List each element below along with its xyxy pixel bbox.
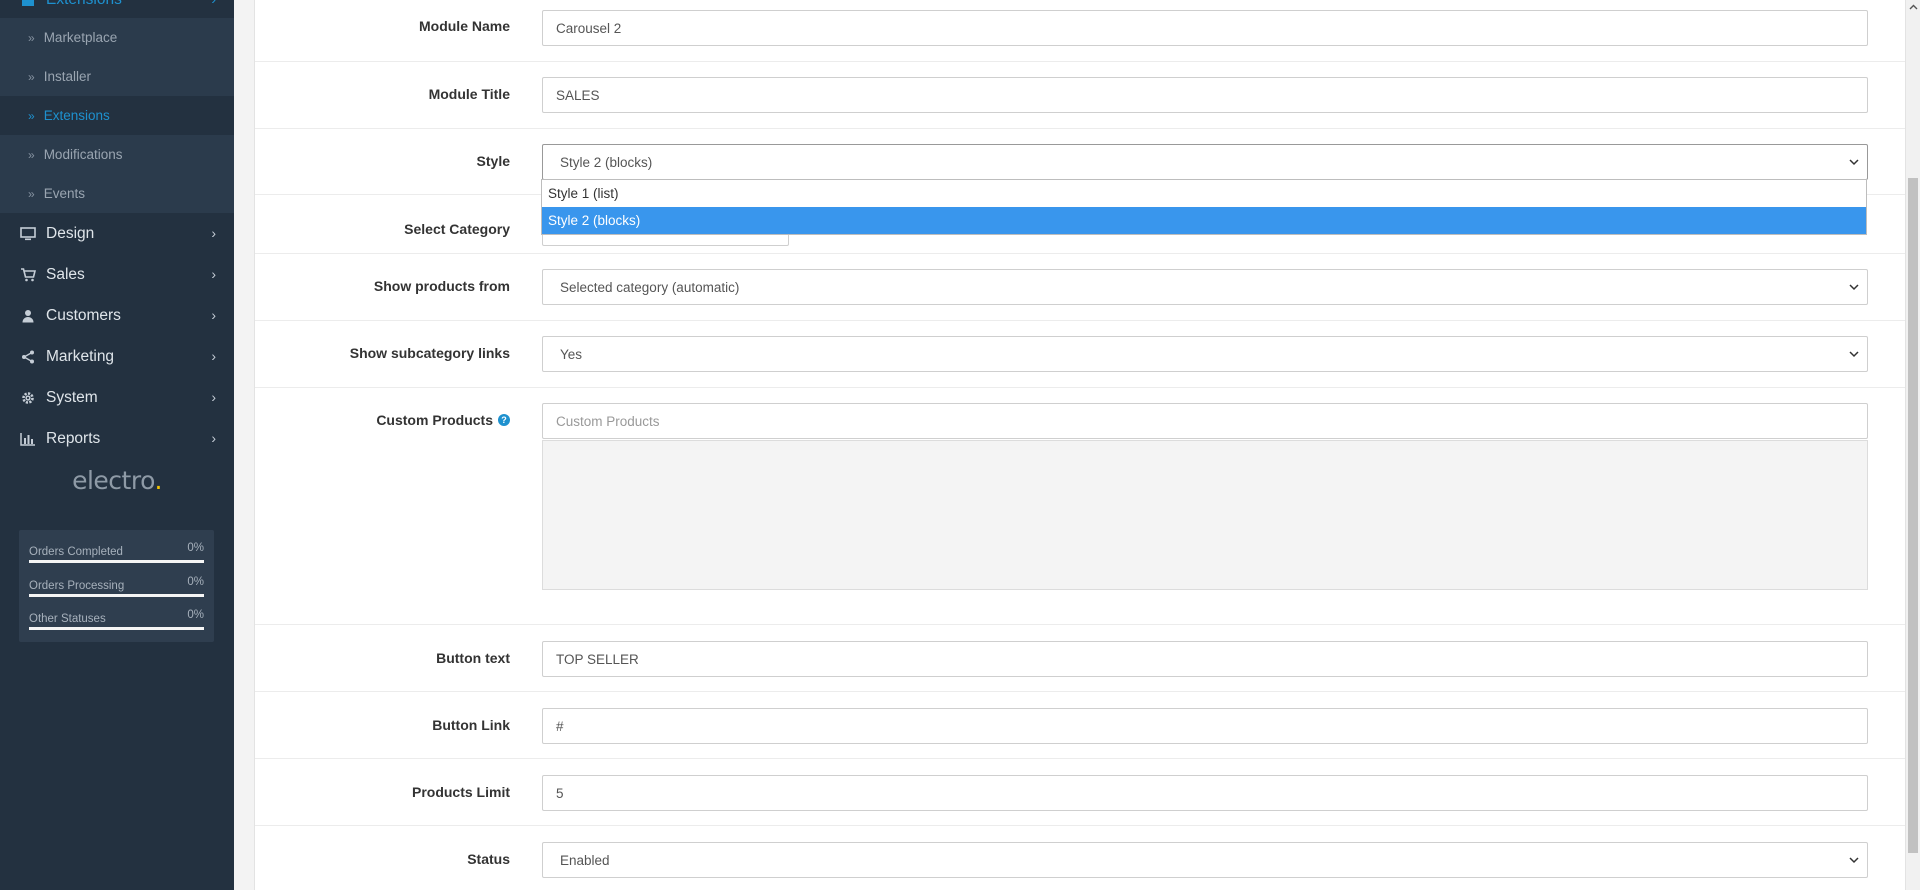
order-stats-panel: Orders Completed 0% Orders Processing 0%… — [19, 530, 214, 642]
button-text-input[interactable]: TOP SELLER — [542, 641, 1868, 677]
style-select[interactable]: Style 2 (blocks) — [542, 144, 1868, 180]
button-link-input[interactable]: # — [542, 708, 1868, 744]
stat-other-statuses: Other Statuses 0% — [29, 609, 204, 643]
form-row-show-subcategory-links: Show subcategory links Yes — [255, 321, 1905, 388]
sidebar-item-label: System — [46, 388, 98, 406]
status-select[interactable]: Enabled — [542, 842, 1868, 878]
show-products-from-select[interactable]: Selected category (automatic) — [542, 269, 1868, 305]
module-form: Module Name Carousel 2 Module Title SALE… — [254, 0, 1906, 890]
sidebar-subitem-installer[interactable]: » Installer — [0, 57, 234, 96]
stat-orders-processing: Orders Processing 0% — [29, 576, 204, 610]
sidebar-item-design[interactable]: Design › — [0, 213, 234, 254]
progress-bar — [29, 593, 204, 597]
sidebar-item-customers[interactable]: Customers › — [0, 295, 234, 336]
bar-chart-icon — [19, 431, 37, 447]
chevron-down-icon — [1847, 853, 1861, 867]
form-row-custom-products: Custom Products ? Custom Products — [255, 388, 1905, 625]
module-title-input[interactable]: SALES — [542, 77, 1868, 113]
field-label: Button Link — [432, 717, 510, 733]
field-label: Module Title — [428, 86, 510, 102]
sidebar-item-label: Extensions — [46, 0, 122, 9]
custom-products-list — [542, 440, 1868, 590]
sidebar-subitem-label: Installer — [43, 69, 91, 84]
sidebar-subitem-marketplace[interactable]: » Marketplace — [0, 18, 234, 57]
sidebar-item-reports[interactable]: Reports › — [0, 418, 234, 459]
chevron-right-icon: › — [211, 0, 216, 7]
double-chevron-icon: » — [28, 147, 35, 162]
form-row-module-title: Module Title SALES — [255, 62, 1905, 129]
sidebar-subitem-modifications[interactable]: » Modifications — [0, 135, 234, 174]
form-row-products-limit: Products Limit 5 — [255, 759, 1905, 826]
sidebar-item-sales[interactable]: Sales › — [0, 254, 234, 295]
double-chevron-icon: » — [28, 30, 35, 45]
sidebar-subitem-events[interactable]: » Events — [0, 174, 234, 213]
double-chevron-icon: » — [28, 186, 35, 201]
monitor-icon — [19, 226, 37, 242]
style-dropdown-list: Style 1 (list) Style 2 (blocks) — [541, 179, 1867, 235]
page-scrollbar[interactable] — [1906, 0, 1920, 890]
sidebar-subitem-label: Modifications — [43, 147, 123, 162]
field-label: Button text — [436, 650, 510, 666]
sidebar-item-label: Reports — [46, 429, 101, 447]
sidebar-item-system[interactable]: System › — [0, 377, 234, 418]
sidebar-subitem-label: Extensions — [43, 108, 110, 123]
progress-bar — [29, 627, 204, 630]
field-label: Show subcategory links — [349, 345, 510, 361]
chevron-down-icon — [1847, 280, 1861, 294]
user-icon — [19, 308, 37, 324]
module-name-input[interactable]: Carousel 2 — [542, 10, 1868, 46]
field-label: Products Limit — [411, 784, 510, 800]
form-row-status: Status Enabled — [255, 826, 1905, 890]
field-label: Style — [476, 153, 510, 169]
style-option[interactable]: Style 1 (list) — [542, 180, 1866, 207]
sidebar-subitem-label: Events — [43, 186, 85, 201]
scroll-up-arrow-icon[interactable] — [1906, 0, 1920, 14]
progress-bar — [29, 560, 204, 563]
double-chevron-icon: » — [28, 69, 35, 84]
sidebar-item-marketing[interactable]: Marketing › — [0, 336, 234, 377]
sidebar-item-label: Marketing — [46, 347, 115, 365]
form-row-button-text: Button text TOP SELLER — [255, 625, 1905, 692]
sidebar-item-label: Sales — [46, 265, 85, 283]
sidebar-item-label: Design — [46, 224, 95, 242]
gear-icon — [19, 390, 37, 406]
chevron-right-icon: › — [211, 225, 216, 241]
field-label: Custom Products ? — [376, 412, 510, 428]
chevron-right-icon: › — [211, 348, 216, 364]
show-subcategory-links-select[interactable]: Yes — [542, 336, 1868, 372]
chevron-right-icon: › — [211, 307, 216, 323]
share-icon — [19, 349, 37, 365]
style-option-selected[interactable]: Style 2 (blocks) — [542, 207, 1866, 234]
field-label: Show products from — [373, 278, 510, 294]
sidebar: Extensions › » Marketplace » Installer »… — [0, 0, 234, 890]
form-row-show-products-from: Show products from Selected category (au… — [255, 254, 1905, 321]
chevron-right-icon: › — [211, 430, 216, 446]
puzzle-icon — [19, 0, 37, 8]
scrollbar-thumb[interactable] — [1908, 178, 1918, 853]
chevron-right-icon: › — [211, 389, 216, 405]
form-row-button-link: Button Link # — [255, 692, 1905, 759]
chevron-down-icon — [1847, 347, 1861, 361]
chevron-right-icon: › — [211, 266, 216, 282]
custom-products-input[interactable]: Custom Products — [542, 403, 1868, 439]
form-row-module-name: Module Name Carousel 2 — [255, 0, 1905, 62]
field-label: Status — [467, 851, 510, 867]
products-limit-input[interactable]: 5 — [542, 775, 1868, 811]
stat-orders-completed: Orders Completed 0% — [29, 542, 204, 576]
field-label: Select Category — [404, 221, 510, 237]
chevron-down-icon — [1847, 155, 1861, 169]
cart-icon — [19, 267, 37, 283]
help-icon[interactable]: ? — [498, 414, 510, 426]
brand-logo: electro. — [72, 466, 162, 495]
sidebar-subitem-label: Marketplace — [43, 30, 118, 45]
sidebar-subitem-extensions[interactable]: » Extensions — [0, 96, 234, 135]
sidebar-item-label: Customers — [46, 306, 121, 324]
double-chevron-icon: » — [28, 108, 35, 123]
field-label: Module Name — [418, 18, 510, 34]
